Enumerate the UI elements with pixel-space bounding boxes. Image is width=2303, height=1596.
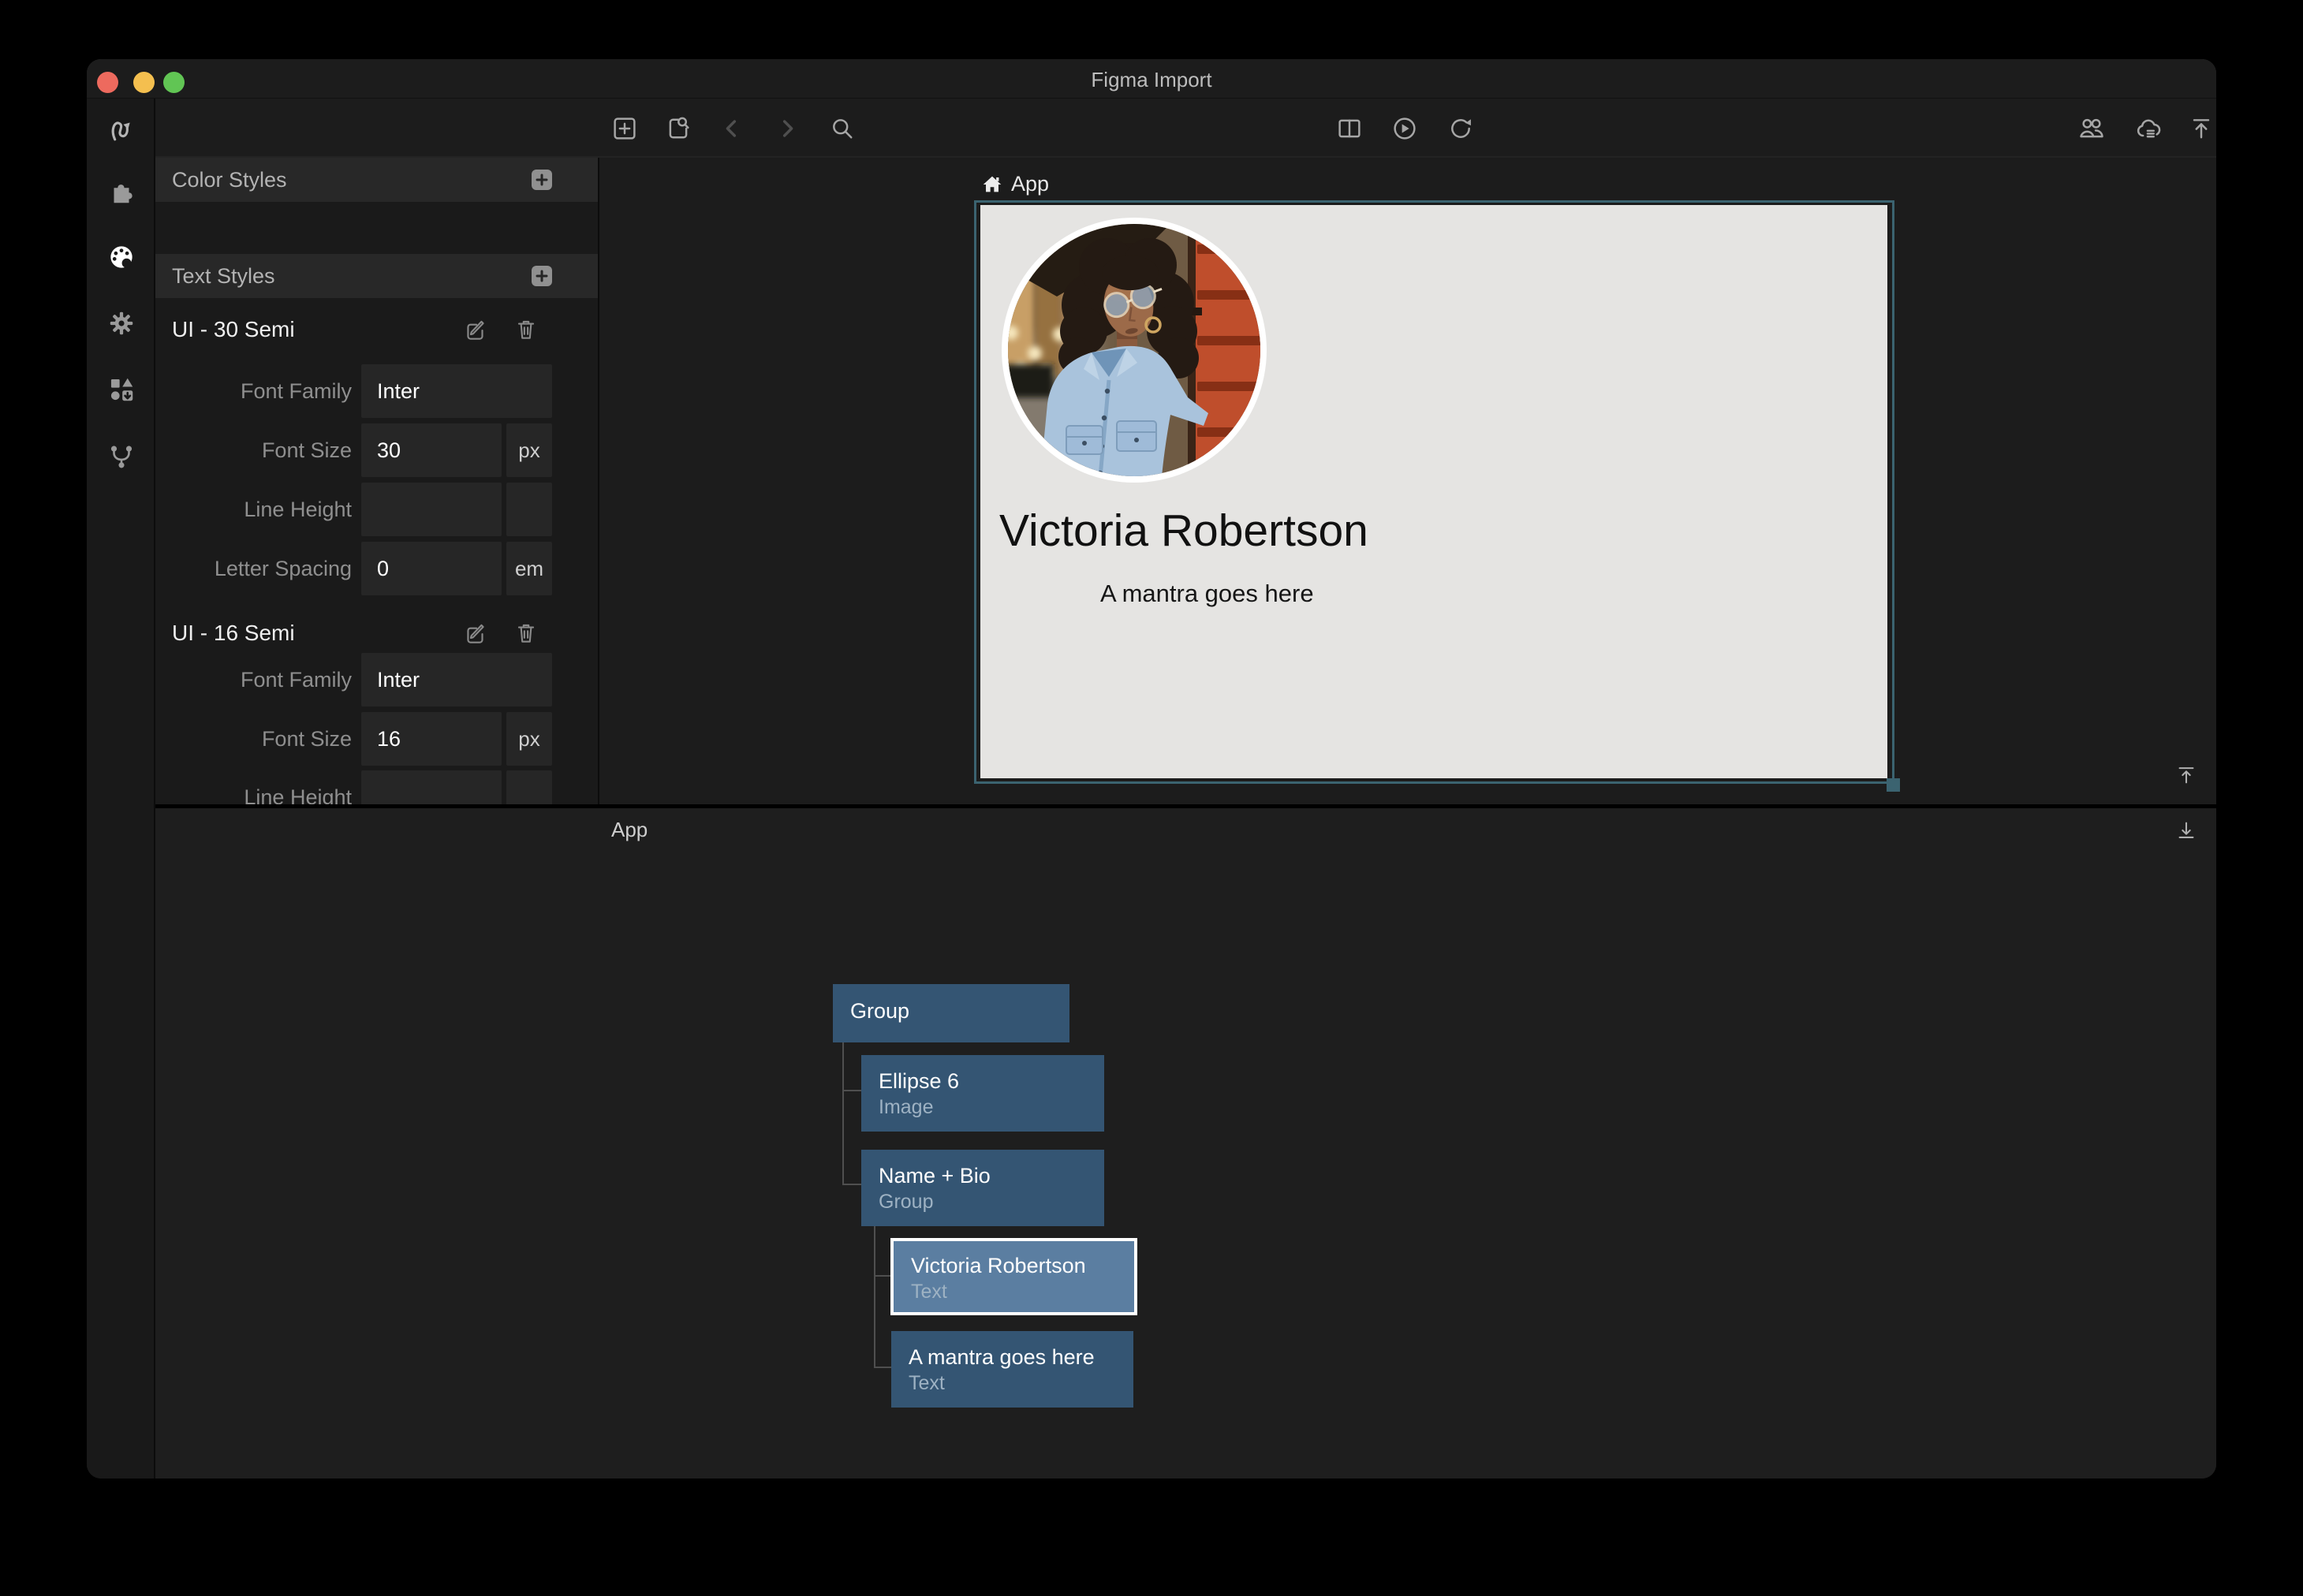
edit-pencil-icon[interactable] <box>462 316 489 343</box>
design-frame-app[interactable]: Victoria Robertson A mantra goes here <box>980 205 1887 778</box>
add-text-style-button[interactable] <box>532 266 552 286</box>
text-style-name: UI - 30 Semi <box>172 308 295 351</box>
font-family-input[interactable]: Inter <box>361 653 552 707</box>
home-icon[interactable] <box>980 172 1004 196</box>
tree-connector <box>842 1042 844 1185</box>
tree-node-subtitle: Group <box>879 1191 933 1214</box>
tree-node-title: Name + Bio <box>879 1164 991 1188</box>
vector-flow-icon[interactable] <box>106 115 136 145</box>
refresh-icon[interactable] <box>1446 114 1475 143</box>
tree-node-title: Victoria Robertson <box>911 1254 1086 1278</box>
upload-icon[interactable] <box>2187 114 2215 143</box>
play-icon[interactable] <box>1390 114 1419 143</box>
tool-sidebar <box>87 99 155 1479</box>
letter-spacing-input[interactable]: 0 <box>361 542 502 595</box>
layers-tree-panel: App Group Ellipse 6 Image Name + Bio Gro… <box>155 804 2216 1479</box>
settings-gear-icon[interactable] <box>106 308 136 338</box>
collapse-up-icon[interactable] <box>2174 763 2198 787</box>
toolbar: ? <box>155 99 2216 158</box>
desktop: Figma Import <box>0 0 2303 1596</box>
window-title: Figma Import <box>87 59 2216 99</box>
tree-node-subtitle: Text <box>911 1281 947 1303</box>
branch-merge-icon[interactable] <box>106 441 136 471</box>
text-styles-header: Text Styles <box>155 254 598 298</box>
font-family-input[interactable]: Inter <box>361 364 552 418</box>
cloud-sync-icon[interactable] <box>2134 114 2163 143</box>
field-row-letter-spacing: Letter Spacing 0 em <box>155 542 598 595</box>
tree-panel-title: App <box>611 818 648 842</box>
resize-handle[interactable] <box>1887 778 1900 792</box>
letter-spacing-unit[interactable]: em <box>506 542 552 595</box>
field-label: Line Height <box>244 483 352 536</box>
tree-connector <box>842 1184 861 1185</box>
tree-connector <box>842 1090 861 1091</box>
profile-photo[interactable] <box>998 214 1270 486</box>
text-style-row[interactable]: UI - 30 Semi <box>155 308 598 351</box>
tree-connector <box>874 1226 875 1368</box>
font-size-unit[interactable]: px <box>506 712 552 766</box>
collaborators-icon[interactable] <box>2077 114 2106 143</box>
palette-icon[interactable] <box>106 242 136 272</box>
text-styles-title: Text Styles <box>172 254 275 298</box>
tree-node-ellipse6[interactable]: Ellipse 6 Image <box>861 1055 1104 1132</box>
field-row-font-family: Font Family Inter <box>155 653 598 707</box>
nav-back-icon[interactable] <box>718 114 746 143</box>
field-label: Font Size <box>262 423 352 477</box>
field-label: Letter Spacing <box>215 542 352 595</box>
field-row-line-height: Line Height <box>155 483 598 536</box>
color-styles-header: Color Styles <box>155 158 598 202</box>
font-size-input[interactable]: 30 <box>361 423 502 477</box>
field-label: Font Family <box>241 653 352 707</box>
tree-node-name-bio[interactable]: Name + Bio Group <box>861 1150 1104 1226</box>
app-window: Figma Import <box>87 59 2216 1479</box>
assets-export-icon[interactable] <box>106 375 136 405</box>
breadcrumb[interactable]: App <box>1011 172 1049 196</box>
tree-node-mantra[interactable]: A mantra goes here Text <box>891 1331 1133 1408</box>
tree-node-subtitle: Image <box>879 1096 933 1119</box>
field-label: Font Size <box>262 712 352 766</box>
add-frame-icon[interactable] <box>610 114 639 143</box>
trash-icon[interactable] <box>513 620 539 647</box>
font-size-input[interactable]: 16 <box>361 712 502 766</box>
field-label: Font Family <box>241 364 352 418</box>
titlebar: Figma Import <box>87 59 2216 99</box>
split-view-icon[interactable] <box>1335 114 1364 143</box>
edit-pencil-icon[interactable] <box>462 620 489 647</box>
card-name-text[interactable]: Victoria Robertson <box>999 505 1368 557</box>
nav-forward-icon[interactable] <box>773 114 801 143</box>
tree-node-victoria-robertson[interactable]: Victoria Robertson Text <box>890 1238 1137 1315</box>
tree-node-title: Group <box>850 984 909 1039</box>
inspect-page-icon[interactable] <box>664 114 692 143</box>
tree-node-title: Ellipse 6 <box>879 1069 959 1094</box>
tree-connector <box>874 1275 890 1277</box>
field-row-font-family: Font Family Inter <box>155 364 598 418</box>
tree-node-group[interactable]: Group <box>833 984 1069 1042</box>
field-row-font-size: Font Size 30 px <box>155 423 598 477</box>
plugin-puzzle-icon[interactable] <box>106 177 136 207</box>
card-mantra-text[interactable]: A mantra goes here <box>1100 580 1314 608</box>
tree-node-title: A mantra goes here <box>909 1345 1095 1370</box>
field-row-font-size: Font Size 16 px <box>155 712 598 766</box>
text-style-row[interactable]: UI - 16 Semi <box>155 611 598 654</box>
font-size-unit[interactable]: px <box>506 423 552 477</box>
search-icon[interactable] <box>828 114 857 143</box>
line-height-input[interactable] <box>361 483 502 536</box>
color-styles-title: Color Styles <box>172 158 287 202</box>
line-height-unit[interactable] <box>506 483 552 536</box>
collapse-down-icon[interactable] <box>2174 819 2198 842</box>
tree-connector <box>874 1367 891 1368</box>
tree-node-subtitle: Text <box>909 1372 945 1395</box>
trash-icon[interactable] <box>513 316 539 343</box>
add-color-style-button[interactable] <box>532 170 552 190</box>
text-style-name: UI - 16 Semi <box>172 611 295 654</box>
